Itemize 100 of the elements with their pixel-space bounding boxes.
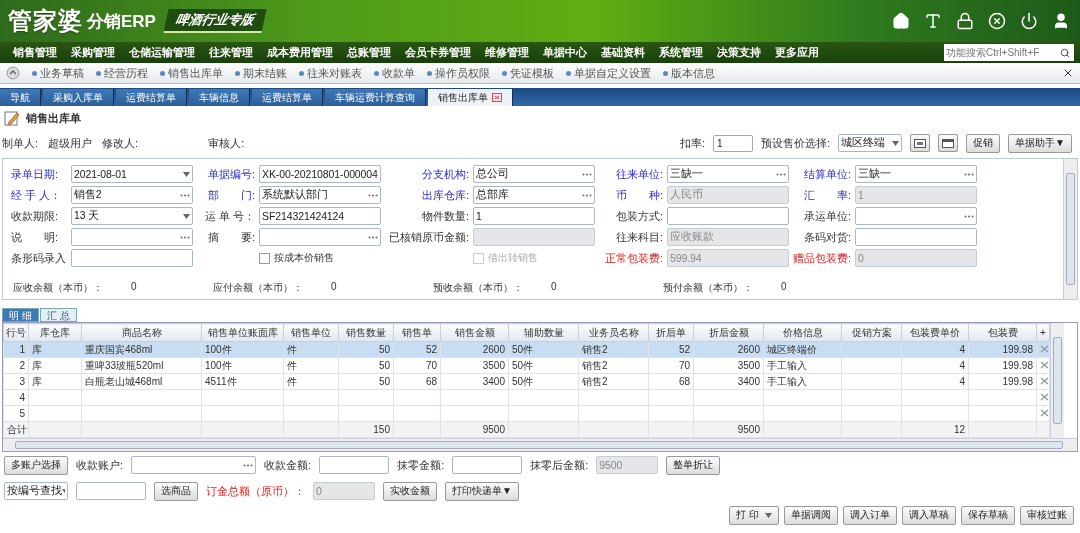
card-icon[interactable] [910, 134, 931, 152]
column-header[interactable]: 销售金额 [440, 323, 509, 342]
tab[interactable]: 车辆运费计算查询 [325, 89, 426, 106]
scrollbar[interactable] [1050, 323, 1064, 438]
more-icon[interactable] [243, 463, 254, 467]
close-icon[interactable] [986, 10, 1008, 32]
more-icon[interactable] [964, 172, 974, 176]
menu-item[interactable]: 仓储运输管理 [122, 45, 202, 60]
picker-field[interactable] [71, 228, 193, 246]
input-field[interactable] [76, 482, 146, 500]
quick-link[interactable]: 往来对账表 [299, 65, 362, 81]
more-icon[interactable] [582, 172, 592, 176]
scrollbar[interactable] [3, 438, 1077, 451]
dropdown-field[interactable]: 城区终端 [838, 134, 903, 152]
menu-item[interactable]: 维修管理 [478, 45, 536, 60]
more-icon[interactable] [582, 193, 592, 197]
menu-item[interactable]: 系统管理 [652, 45, 710, 60]
column-header[interactable]: 辅助数量 [508, 323, 579, 342]
picker-field[interactable]: 三缺一 [667, 165, 789, 183]
column-header[interactable]: 库仓库 [28, 323, 82, 342]
picker-field[interactable]: 总公司 [473, 165, 595, 183]
more-icon[interactable] [776, 172, 786, 176]
more-icon[interactable] [368, 193, 378, 197]
picker-field[interactable]: 三缺一 [855, 165, 977, 183]
toolbar-button[interactable]: 单据助手▼ [1008, 133, 1072, 153]
window-icon[interactable] [938, 134, 959, 152]
column-header[interactable]: 商品名称 [81, 323, 202, 342]
input-field[interactable]: 1 [713, 134, 754, 152]
action-button[interactable]: 实收金额 [383, 481, 437, 501]
menu-item[interactable]: 往来管理 [202, 45, 260, 60]
picker-field[interactable]: 总部库 [473, 186, 595, 204]
quick-link[interactable]: 操作员权限 [427, 65, 490, 81]
search-field[interactable]: 功能搜索Ctrl+Shift+F [944, 44, 1074, 61]
picker-field[interactable] [259, 228, 381, 246]
more-icon[interactable] [964, 214, 974, 218]
menu-item[interactable]: 销售管理 [6, 45, 64, 60]
picker-field[interactable] [855, 207, 977, 225]
quick-link[interactable]: 销售出库单 [160, 65, 223, 81]
action-button[interactable]: 调入草稿 [902, 505, 956, 525]
action-button[interactable]: 审核过账 [1020, 505, 1074, 525]
quick-link[interactable]: 单据自定义设置 [566, 65, 651, 81]
action-button[interactable]: 选商品 [154, 481, 198, 501]
menu-item[interactable]: 决策支持 [710, 45, 768, 60]
column-header[interactable]: 业务员名称 [578, 323, 649, 342]
column-header[interactable]: 销售单 [393, 323, 441, 342]
scrollbar[interactable] [1063, 159, 1077, 299]
column-header[interactable]: 折后金额 [693, 323, 764, 342]
input-field[interactable]: XK-00-20210801-000004 [259, 165, 381, 183]
action-button[interactable]: 保存草稿 [961, 505, 1015, 525]
checkbox[interactable]: 按成本价销售 [259, 251, 381, 265]
delete-icon[interactable] [1040, 409, 1049, 417]
tab[interactable]: 车辆信息 [189, 89, 250, 106]
action-button[interactable]: 整单折让 [666, 455, 721, 475]
menu-item[interactable]: 更多应用 [768, 45, 826, 60]
tab[interactable]: 明 细 [2, 308, 39, 322]
toolbar-button[interactable]: 促销 [966, 133, 1001, 153]
more-icon[interactable] [368, 235, 378, 239]
menu-item[interactable]: 会员卡券管理 [398, 45, 478, 60]
column-header[interactable]: 促销方案 [841, 323, 902, 342]
tab[interactable]: 运费结算单 [252, 89, 323, 106]
column-header[interactable]: 销售数量 [338, 323, 394, 342]
menu-item[interactable]: 总账管理 [340, 45, 398, 60]
input-field[interactable]: SF214321424124 [259, 207, 381, 225]
input-field[interactable] [452, 456, 523, 474]
picker-field[interactable]: 销售2 [71, 186, 193, 204]
quick-link[interactable]: 业务草稿 [32, 65, 84, 81]
action-button[interactable]: 调入订单 [843, 505, 897, 525]
menu-item[interactable]: 单据中心 [536, 45, 594, 60]
search-icon[interactable] [1060, 47, 1070, 58]
quick-link[interactable]: 凭证模板 [502, 65, 554, 81]
more-icon[interactable] [180, 193, 190, 197]
menu-item[interactable]: 采购管理 [64, 45, 122, 60]
picker-field[interactable] [131, 456, 257, 474]
dropdown-field[interactable]: 按编号查找 [4, 482, 68, 500]
menu-item[interactable]: 基础资料 [594, 45, 652, 60]
tab[interactable]: 导航 [0, 89, 41, 106]
input-field[interactable] [855, 228, 977, 246]
quick-link[interactable]: 经营历程 [96, 65, 148, 81]
action-button[interactable]: 打印快递单▼ [445, 481, 519, 501]
input-field[interactable]: 1 [473, 207, 595, 225]
menu-item[interactable]: 成本费用管理 [260, 45, 340, 60]
column-header[interactable]: 价格信息 [763, 323, 842, 342]
tab[interactable]: 采购入库单 [43, 89, 114, 106]
dropdown-field[interactable]: 13 天 [71, 207, 193, 225]
column-header[interactable]: 销售单位 [283, 323, 339, 342]
delete-icon[interactable] [1040, 393, 1049, 401]
tab[interactable]: 销售出库单 [428, 89, 513, 106]
input-field[interactable] [71, 249, 193, 267]
print-menu-button[interactable]: 打 印 [729, 505, 779, 525]
more-icon[interactable] [180, 235, 190, 239]
action-button[interactable]: 单据调阅 [784, 505, 838, 525]
quick-link[interactable]: 收款单 [374, 65, 415, 81]
quick-link[interactable]: 版本信息 [663, 65, 715, 81]
input-field[interactable] [319, 456, 390, 474]
tab[interactable]: 汇 总 [39, 308, 77, 322]
picker-field[interactable]: 系统默认部门 [259, 186, 381, 204]
dropdown-field[interactable]: 2021-08-01 [71, 165, 193, 183]
input-field[interactable] [667, 207, 789, 225]
tab[interactable]: 运费结算单 [116, 89, 187, 106]
column-header[interactable]: 包装费 [968, 323, 1037, 342]
